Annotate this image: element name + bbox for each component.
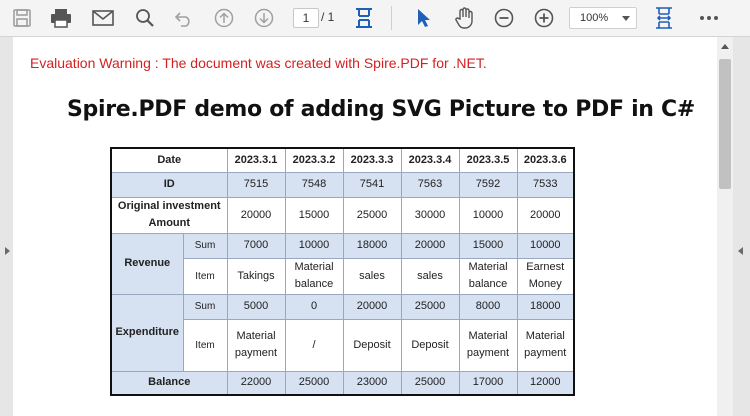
- sidebar-toggle-right-icon[interactable]: [738, 247, 743, 255]
- table-cell: 22000: [226, 370, 286, 396]
- table-row: Original investment Amount 20000 15000 2…: [110, 196, 575, 234]
- table-header-cell: 2023.3.3: [342, 147, 402, 173]
- table-cell: 7563: [400, 171, 460, 198]
- page-total-label: / 1: [321, 10, 335, 24]
- fit-width-icon[interactable]: [652, 6, 676, 30]
- table-cell: 18000: [516, 293, 575, 320]
- table-cell: Deposit: [400, 318, 460, 372]
- table-cell: 20000: [400, 232, 460, 259]
- table-header-cell: Date: [110, 147, 228, 173]
- table-cell: 12000: [516, 370, 575, 396]
- table-cell: 15000: [284, 196, 344, 234]
- table-cell: Material payment: [458, 318, 518, 372]
- page-number-input[interactable]: 1: [293, 8, 319, 28]
- table-cell: 23000: [342, 370, 402, 396]
- select-cursor-icon[interactable]: [412, 6, 436, 30]
- page-up-icon[interactable]: [212, 6, 236, 30]
- table-cell: 7548: [284, 171, 344, 198]
- toolbar-separator: [391, 6, 392, 30]
- table-cell: 0: [284, 293, 344, 320]
- table-cell: 18000: [342, 232, 402, 259]
- hand-icon[interactable]: [452, 6, 476, 30]
- table-cell: 7533: [516, 171, 575, 198]
- page-down-icon[interactable]: [252, 6, 276, 30]
- more-icon[interactable]: [697, 6, 721, 30]
- table-row: Expenditure Sum 5000 0 20000 25000 8000 …: [110, 293, 575, 372]
- table-row-label: Original investment Amount: [110, 196, 228, 234]
- table-header-cell: 2023.3.6: [516, 147, 575, 173]
- table-cell: 20000: [516, 196, 575, 234]
- table-header-cell: 2023.3.4: [400, 147, 460, 173]
- evaluation-warning: Evaluation Warning : The document was cr…: [30, 55, 487, 71]
- document-title: Spire.PDF demo of adding SVG Picture to …: [67, 97, 696, 122]
- fit-page-icon[interactable]: [352, 6, 376, 30]
- table-cell: 25000: [342, 196, 402, 234]
- table-cell: 5000: [226, 293, 286, 320]
- scrollbar-thumb[interactable]: [719, 59, 731, 189]
- table-sub-label: Item: [182, 318, 228, 372]
- table-cell: 30000: [400, 196, 460, 234]
- table-cell: 20000: [342, 293, 402, 320]
- undo-icon[interactable]: [171, 6, 195, 30]
- table-cell: Material balance: [458, 257, 518, 295]
- table-cell: Takings: [226, 257, 286, 295]
- email-icon[interactable]: [91, 6, 115, 30]
- table-header-cell: 2023.3.5: [458, 147, 518, 173]
- table-cell: 10000: [458, 196, 518, 234]
- table-cell: 25000: [400, 293, 460, 320]
- table-cell: 25000: [284, 370, 344, 396]
- table-row: Balance 22000 25000 23000 25000 17000 12…: [110, 370, 575, 396]
- table-cell: 20000: [226, 196, 286, 234]
- table-row: Revenue Sum 7000 10000 18000 20000 15000…: [110, 232, 575, 295]
- table-cell: Material payment: [226, 318, 286, 372]
- table-cell: Deposit: [342, 318, 402, 372]
- table-sub-label: Item: [182, 257, 228, 295]
- table-sub-label: Sum: [182, 232, 228, 259]
- toolbar: 1 / 1 100%: [0, 0, 750, 37]
- table-row-label: Balance: [110, 370, 228, 396]
- table-row-label: Revenue: [110, 232, 184, 295]
- table-cell: /: [284, 318, 344, 372]
- table-header-cell: 2023.3.2: [284, 147, 344, 173]
- table-cell: 7592: [458, 171, 518, 198]
- table-row-label: Expenditure: [110, 293, 184, 372]
- table-cell: Material balance: [284, 257, 344, 295]
- zoom-out-icon[interactable]: [492, 6, 516, 30]
- sidebar-toggle-left-icon[interactable]: [5, 247, 10, 255]
- table-cell: 17000: [458, 370, 518, 396]
- zoom-select[interactable]: 100%: [569, 7, 637, 29]
- zoom-in-icon[interactable]: [532, 6, 556, 30]
- table-cell: 10000: [284, 232, 344, 259]
- chevron-down-icon: [622, 16, 630, 21]
- table-header-row: Date 2023.3.1 2023.3.2 2023.3.3 2023.3.4…: [110, 147, 575, 173]
- table-cell: 10000: [516, 232, 575, 259]
- table-cell: sales: [400, 257, 460, 295]
- search-icon[interactable]: [133, 6, 157, 30]
- zoom-value: 100%: [580, 12, 609, 24]
- table-cell: 7515: [226, 171, 286, 198]
- data-table: Date 2023.3.1 2023.3.2 2023.3.3 2023.3.4…: [110, 147, 575, 396]
- table-cell: 25000: [400, 370, 460, 396]
- table-sub-label: Sum: [182, 293, 228, 320]
- table-cell: sales: [342, 257, 402, 295]
- table-cell: 8000: [458, 293, 518, 320]
- table-cell: 15000: [458, 232, 518, 259]
- scroll-up-icon[interactable]: [721, 44, 729, 49]
- table-row-label: ID: [110, 171, 228, 198]
- table-header-cell: 2023.3.1: [226, 147, 286, 173]
- print-icon[interactable]: [49, 6, 73, 30]
- table-cell: 7000: [226, 232, 286, 259]
- table-row: ID 7515 7548 7541 7563 7592 7533: [110, 171, 575, 198]
- table-cell: 7541: [342, 171, 402, 198]
- table-cell: Material payment: [516, 318, 575, 372]
- save-icon[interactable]: [10, 6, 34, 30]
- table-cell: Earnest Money: [516, 257, 575, 295]
